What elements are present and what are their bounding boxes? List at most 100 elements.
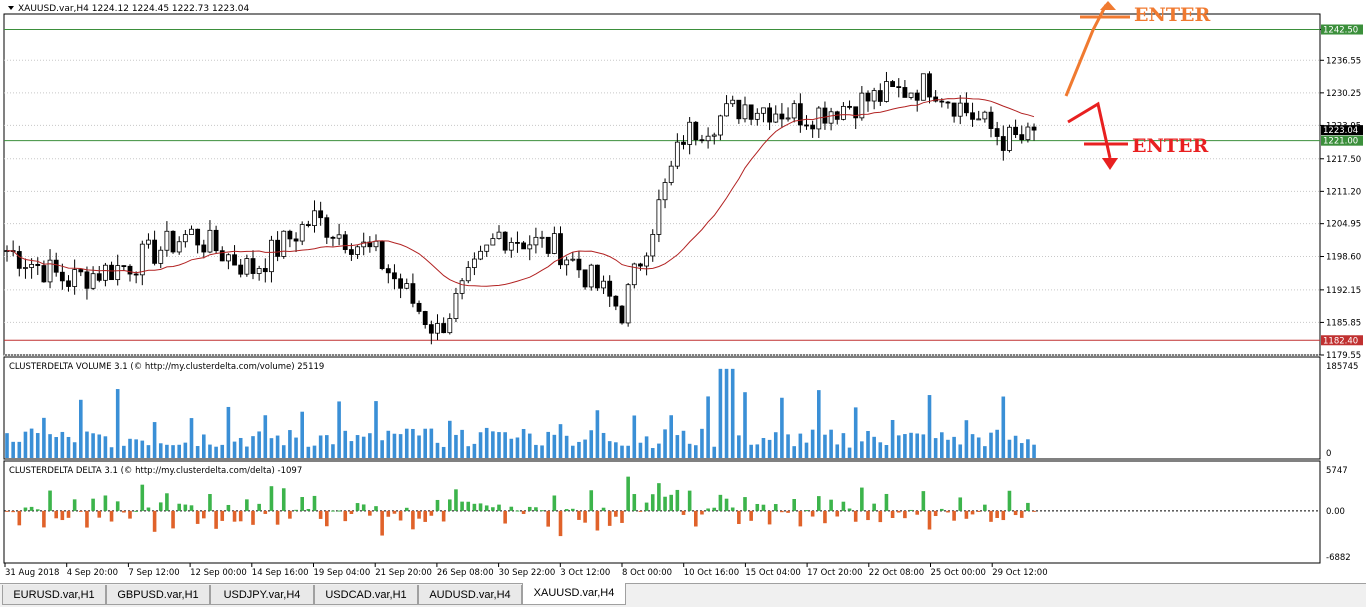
- level-label: 1221.00: [1323, 137, 1358, 147]
- delta-bar: [823, 510, 827, 524]
- delta-bar: [1007, 490, 1012, 511]
- candle-body: [797, 103, 803, 126]
- volume-bar: [269, 438, 274, 458]
- delta-bar: [54, 510, 58, 519]
- candle-body: [638, 263, 643, 267]
- volume-bar: [214, 446, 218, 458]
- volume-bar: [933, 438, 938, 458]
- tab-eurusd-h1[interactable]: EURUSD.var,H1: [2, 585, 106, 605]
- volume-bar: [300, 411, 304, 458]
- volume-bar: [601, 432, 606, 458]
- delta-bar: [737, 510, 741, 525]
- candle-body: [681, 141, 686, 145]
- candle-body: [435, 323, 440, 334]
- volume-bar: [448, 420, 452, 458]
- volume-bar: [484, 427, 489, 458]
- candle-body: [711, 134, 717, 137]
- tab-usdjpy-h4[interactable]: USDJPY.var,H4: [210, 585, 314, 605]
- volume-bar: [817, 390, 821, 458]
- volume-bar: [607, 441, 612, 458]
- delta-bar: [226, 504, 231, 511]
- volume-bar: [232, 441, 237, 458]
- volume-bar: [860, 441, 864, 458]
- x-tick-label: 31 Aug 2018: [5, 568, 59, 578]
- candle-body: [133, 273, 139, 276]
- candle-body: [754, 112, 760, 120]
- delta-bar: [866, 510, 870, 521]
- volume-bar: [183, 442, 188, 458]
- delta-bar: [392, 510, 397, 514]
- chart-canvas[interactable]: 1242.501236.551230.251223.951217.501211.…: [0, 0, 1366, 583]
- tab-xauusd-h4[interactable]: XAUUSD.var,H4: [522, 583, 626, 605]
- candle-body: [182, 234, 188, 243]
- volume-bar: [700, 428, 704, 458]
- delta-bar: [398, 510, 403, 521]
- delta-bar: [5, 510, 9, 512]
- delta-bar: [122, 510, 126, 513]
- delta-bar: [177, 503, 181, 511]
- enter-up-arrowhead-icon: [1100, 1, 1116, 10]
- delta-bar: [583, 510, 587, 523]
- delta-bar: [976, 510, 981, 512]
- delta-bar: [909, 509, 913, 511]
- candle-body: [84, 271, 90, 289]
- delta-bar: [773, 504, 778, 511]
- candle-body: [650, 234, 656, 257]
- volume-bar: [755, 444, 760, 458]
- volume-bar: [780, 397, 784, 458]
- candle-body: [773, 113, 779, 123]
- delta-bar: [983, 504, 987, 511]
- delta-bar: [17, 510, 22, 526]
- price-tick-label: 1192.15: [1326, 286, 1361, 296]
- x-tick-label: 22 Oct 08:00: [869, 568, 924, 578]
- candle-body: [545, 236, 551, 254]
- delta-bar: [423, 510, 427, 522]
- candle-body: [293, 238, 299, 242]
- tab-gbpusd-h1[interactable]: GBPUSD.var,H1: [106, 585, 210, 605]
- delta-bar: [804, 510, 809, 512]
- volume-bar: [466, 446, 471, 458]
- delta-bar: [521, 510, 526, 514]
- delta-bar: [663, 496, 667, 511]
- volume-bar: [491, 431, 495, 458]
- price-tick-label: 1217.50: [1326, 155, 1361, 165]
- volume-bar: [970, 434, 975, 458]
- volume-panel-title: CLUSTERDELTA VOLUME 3.1 (© http://my.clu…: [9, 362, 324, 372]
- volume-bar: [1007, 439, 1012, 458]
- delta-bar: [435, 499, 440, 511]
- tab-usdcad-h1[interactable]: USDCAD.var,H1: [314, 585, 418, 605]
- volume-bar: [804, 442, 809, 458]
- candle-body: [964, 102, 969, 114]
- volume-bar: [165, 444, 169, 458]
- delta-bar: [835, 510, 840, 517]
- delta-tick-label: 5747: [1326, 466, 1348, 476]
- delta-bar: [318, 510, 323, 519]
- volume-bar: [85, 431, 89, 458]
- candle-body: [988, 111, 994, 129]
- delta-bar: [577, 510, 581, 520]
- delta-bar: [896, 510, 901, 513]
- volume-bar: [171, 445, 175, 458]
- candle-body: [914, 92, 920, 101]
- delta-bar: [1019, 510, 1024, 518]
- delta-bar: [534, 507, 538, 511]
- tab-audusd-h4[interactable]: AUDUSD.var,H4: [418, 585, 522, 605]
- candle-body: [250, 258, 256, 274]
- delta-bar: [792, 499, 796, 511]
- candle-body: [29, 263, 35, 268]
- current-price-label: 1223.04: [1323, 126, 1358, 136]
- volume-bar: [281, 445, 286, 458]
- volume-bar: [343, 430, 348, 458]
- candle-body: [23, 267, 28, 269]
- volume-bar: [792, 446, 796, 458]
- delta-bar: [927, 510, 932, 530]
- volume-bar: [989, 432, 993, 458]
- volume-bar: [497, 432, 501, 458]
- volume-bar: [263, 415, 268, 458]
- volume-bar: [208, 444, 212, 458]
- delta-bar: [232, 510, 237, 522]
- candle-body: [496, 231, 502, 239]
- delta-bar: [251, 510, 255, 525]
- delta-bar: [460, 501, 464, 511]
- volume-bar: [48, 434, 52, 458]
